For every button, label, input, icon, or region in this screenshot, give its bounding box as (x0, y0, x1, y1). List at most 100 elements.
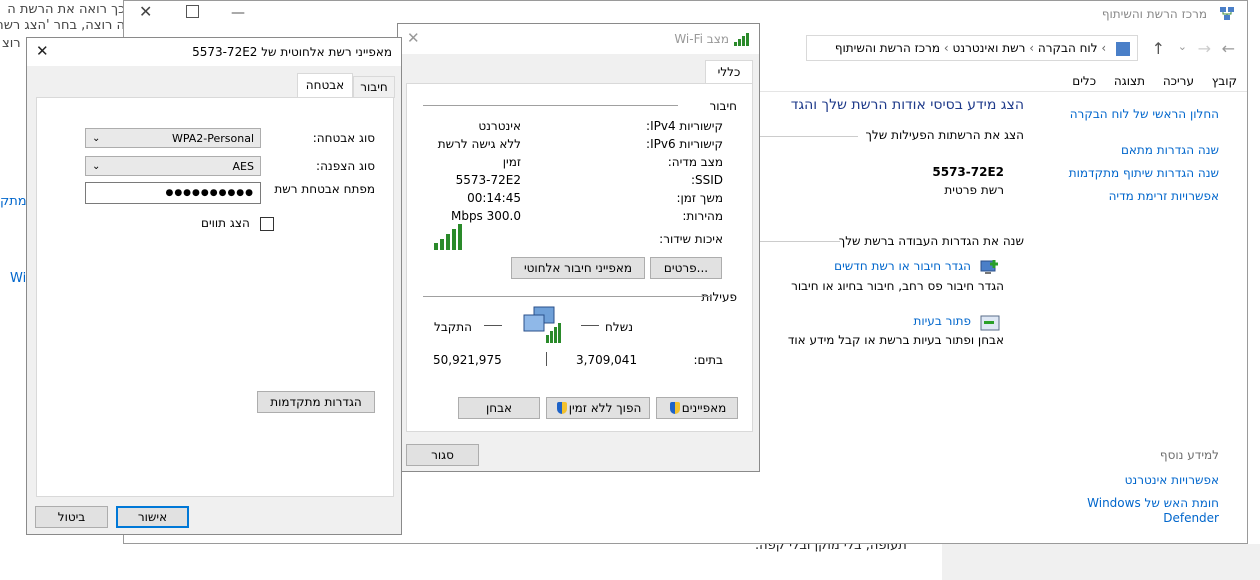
menu-tools[interactable]: כלים (1072, 74, 1096, 88)
wifi-tab-general[interactable]: כללי (705, 60, 753, 84)
security-key-label: מפתח אבטחת רשת (274, 182, 375, 196)
active-networks-label: הצג את הרשתות הפעילות שלך (865, 128, 1024, 142)
change-settings-divider (760, 241, 840, 242)
network-activity-icon (520, 305, 568, 356)
background-text-line2: ה רוצה, בחר 'הצג רשת (0, 18, 125, 33)
background-text-line3: רוצ (2, 36, 21, 51)
details-button[interactable]: פרטים... (650, 257, 722, 279)
connection-row-label: מהירות: (682, 209, 723, 223)
received-label: התקבל (434, 320, 472, 334)
recent-dropdown-icon[interactable]: ⌄ (1178, 40, 1187, 53)
back-arrow-icon[interactable]: ← (1222, 39, 1235, 58)
setup-connection-link[interactable]: הגדר חיבור או רשת חדשים (834, 259, 971, 273)
breadcrumb-chevron-icon: › (1029, 41, 1035, 55)
menu-file[interactable]: קובץ (1212, 74, 1237, 88)
encryption-type-select[interactable]: ⌄ AES (85, 156, 261, 176)
security-type-label: סוג אבטחה: (312, 131, 375, 145)
chevron-down-icon: ⌄ (92, 160, 101, 172)
forward-arrow-icon[interactable]: → (1198, 39, 1211, 58)
ok-button[interactable]: אישור (116, 506, 189, 528)
see-also-heading: למידע נוסף (1159, 448, 1219, 462)
window-title: מרכז הרשת והשיתוף (1101, 7, 1207, 21)
shield-icon (669, 402, 680, 414)
diagnose-button[interactable]: אבחן (458, 397, 540, 419)
background-text-line1: כך רואה את הרשת ה (7, 2, 125, 17)
breadcrumb-item-control-panel[interactable]: לוח הבקרה (1038, 41, 1098, 55)
sidebar-item-media[interactable]: אפשרויות זרימת מדיה (1109, 189, 1219, 203)
setup-connection-desc: הגדר חיבור פס רחב, חיבור בחיוג או חיבור (791, 279, 1004, 293)
wifi-status-dialog: ✕ מצב Wi-Fi כללי חיבור קישוריות IPv4: אינ… (397, 23, 760, 472)
breadcrumb-item-network[interactable]: רשת ואינטרנט (953, 41, 1026, 55)
activity-heading: פעילות (701, 290, 737, 304)
new-connection-icon (979, 257, 1001, 279)
wifi-status-close-icon[interactable]: ✕ (407, 29, 420, 47)
connection-row-label: מצב מדיה: (667, 155, 723, 169)
troubleshoot-desc: אבחן ופתור בעיות ברשת או קבל מידע אוד (787, 333, 1004, 347)
received-dash (484, 325, 502, 326)
wifi-status-title: מצב Wi-Fi (674, 32, 729, 46)
security-key-input[interactable]: ●●●●●●●●●● (85, 182, 261, 204)
background-link-2[interactable]: Wi (10, 271, 26, 286)
up-arrow-icon[interactable]: ↑ (1152, 39, 1165, 58)
bytes-received-value: 50,921,975 (433, 353, 502, 367)
breadcrumb-item-center[interactable]: מרכז הרשת והשיתוף (835, 41, 940, 55)
window-minimize-icon[interactable]: — (230, 5, 246, 21)
signal-quality-label: איכות שידור: (659, 232, 723, 246)
show-characters-checkbox[interactable] (259, 216, 274, 231)
window-close-icon[interactable]: ✕ (139, 2, 152, 21)
menu-bar: קובץ עריכה תצוגה כלים (1072, 74, 1237, 88)
activity-tick (546, 352, 547, 366)
wireless-properties-close-icon[interactable]: ✕ (36, 42, 49, 60)
connection-row-value: אינטרנט (478, 119, 521, 133)
security-type-select[interactable]: ⌄ WPA2-Personal (85, 128, 261, 148)
network-type: רשת פרטית (944, 183, 1004, 197)
wireless-properties-button[interactable]: מאפייני חיבור אלחוטי (511, 257, 645, 279)
main-heading: הצג מידע בסיסי אודות הרשת שלך והגד (790, 97, 1024, 113)
properties-button[interactable]: מאפיינים (656, 397, 738, 419)
chevron-down-icon: ⌄ (92, 132, 101, 144)
connection-row-label: משך זמן: (676, 191, 723, 205)
active-networks-divider (758, 136, 858, 137)
change-settings-label: שנה את הגדרות העבודה ברשת שלך (838, 234, 1024, 248)
menu-view[interactable]: תצוגה (1114, 74, 1145, 88)
breadcrumb: › לוח הבקרה › רשת ואינטרנט › מרכז הרשת ו… (835, 41, 1130, 56)
connection-divider (423, 105, 678, 106)
connection-row-label: קישוריות IPv6: (646, 137, 723, 151)
troubleshoot-icon (979, 313, 1001, 335)
window-maximize-icon[interactable] (186, 5, 199, 18)
cancel-button[interactable]: ביטול (35, 506, 108, 528)
connection-row-value: 300.0 Mbps (450, 209, 521, 223)
advanced-settings-button[interactable]: הגדרות מתקדמות (257, 391, 375, 413)
troubleshoot-link[interactable]: פתור בעיות (913, 314, 971, 328)
close-button[interactable]: סגור (406, 444, 479, 466)
wireless-properties-title: מאפייני רשת אלחוטית של 5573-72E2 (192, 45, 392, 59)
menu-edit[interactable]: עריכה (1163, 74, 1194, 88)
tab-security[interactable]: אבטחה (297, 73, 353, 98)
connection-row-label: קישוריות IPv4: (646, 119, 723, 133)
sent-label: נשלח (605, 320, 633, 334)
network-center-icon (1219, 6, 1235, 22)
network-name: 5573-72E2 (932, 165, 1004, 179)
sidebar-item-home[interactable]: החלון הראשי של לוח הבקרה (1070, 107, 1219, 121)
sent-dash (581, 325, 599, 326)
signal-bars-icon (434, 224, 464, 253)
connection-row-value: זמין (502, 155, 521, 169)
background-link-1[interactable]: מתק (0, 194, 27, 209)
connection-row-value: 00:14:45 (467, 191, 521, 205)
see-also-internet-options[interactable]: אפשרויות אינטרנט (1125, 473, 1219, 487)
shield-icon (556, 402, 567, 414)
right-gray-panel (942, 544, 1260, 580)
sidebar-item-sharing[interactable]: שנה הגדרות שיתוף מתקדמות (1069, 166, 1219, 180)
see-also-firewall[interactable]: חומת האש של Windows Defender (1087, 496, 1219, 526)
disable-button[interactable]: הפוך ללא זמין (546, 397, 650, 419)
sidebar-item-adapter[interactable]: שנה הגדרות מתאם (1121, 143, 1219, 157)
show-characters-option[interactable]: הצג תווים (201, 216, 274, 231)
breadcrumb-chevron-icon: › (943, 41, 949, 55)
connection-heading: חיבור (709, 99, 737, 113)
activity-divider (423, 296, 711, 297)
bytes-sent-value: 3,709,041 (576, 353, 638, 367)
show-characters-label: הצג תווים (201, 216, 250, 230)
tab-connection[interactable]: חיבור (353, 76, 395, 98)
connection-row-label: SSID: (690, 173, 723, 187)
encryption-type-label: סוג הצפנה: (316, 159, 375, 173)
